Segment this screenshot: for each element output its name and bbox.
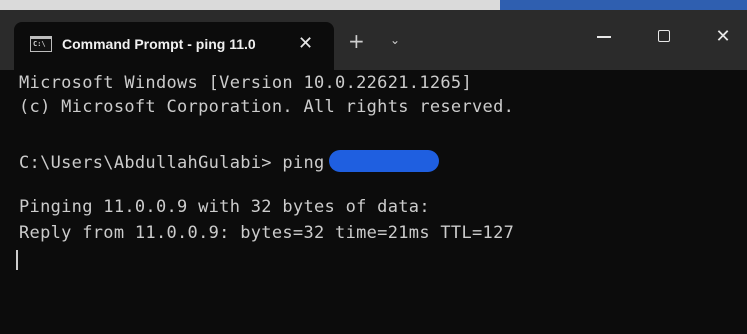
maximize-icon — [658, 30, 670, 42]
text-cursor — [16, 250, 18, 270]
terminal-line-pinging: Pinging 11.0.0.9 with 32 bytes of data: — [19, 197, 430, 217]
terminal-line-reply: Reply from 11.0.0.9: bytes=32 time=21ms … — [19, 223, 515, 243]
terminal-line-command: C:\Users\AbdullahGulabi> ping — [19, 150, 439, 173]
minimize-button[interactable] — [581, 22, 627, 52]
new-tab-button[interactable]: + — [348, 29, 365, 53]
terminal-line-copyright: (c) Microsoft Corporation. All rights re… — [19, 97, 515, 117]
maximize-button[interactable] — [641, 22, 687, 52]
close-tab-icon[interactable]: ✕ — [298, 33, 313, 54]
terminal-line-version: Microsoft Windows [Version 10.0.22621.12… — [19, 73, 472, 93]
top-strip — [0, 0, 747, 10]
terminal-output[interactable]: Microsoft Windows [Version 10.0.22621.12… — [0, 70, 747, 334]
terminal-window: C:\ Command Prompt - ping 11.0 ✕ + ⌄ ✕ M… — [0, 0, 747, 334]
top-strip-blue-area — [500, 0, 747, 10]
command-prompt-icon: C:\ — [30, 36, 52, 52]
redacted-ip-mark — [328, 150, 439, 172]
tab-title: Command Prompt - ping 11.0 — [62, 36, 256, 52]
tab-command-prompt[interactable]: C:\ Command Prompt - ping 11.0 ✕ — [14, 22, 334, 70]
command-prompt-icon-text: C:\ — [33, 40, 46, 48]
command-prompt-text: C:\Users\AbdullahGulabi> ping — [19, 153, 325, 173]
minimize-icon — [597, 36, 611, 38]
title-bar: C:\ Command Prompt - ping 11.0 ✕ + ⌄ ✕ — [0, 0, 747, 70]
tab-dropdown-icon[interactable]: ⌄ — [390, 33, 400, 47]
close-window-button[interactable]: ✕ — [700, 22, 746, 52]
